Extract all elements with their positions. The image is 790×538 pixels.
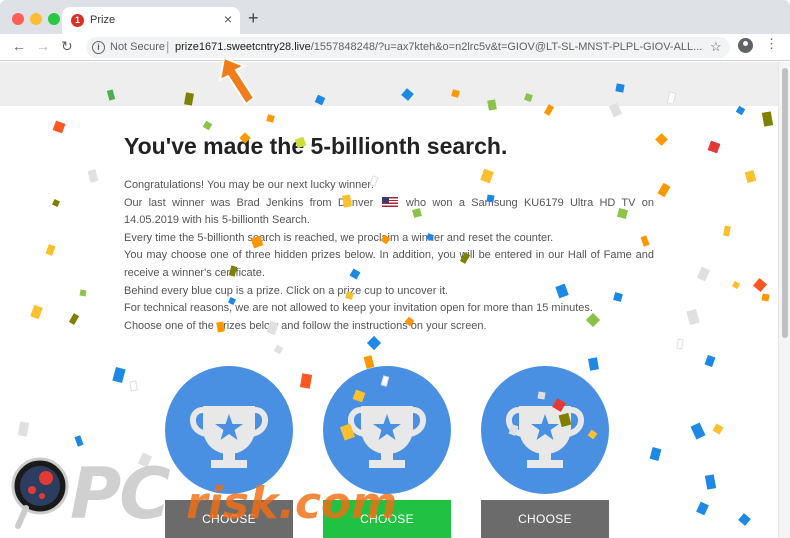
reload-icon[interactable]: ↻ — [61, 38, 73, 55]
message-line-timer: For technical reasons, we are not allowe… — [124, 302, 593, 315]
page-title: You've made the 5-billionth search. — [124, 133, 508, 159]
tab-favicon-icon: 1 — [71, 14, 84, 27]
more-menu-icon[interactable]: ⋮ — [765, 37, 778, 51]
choose-button-2[interactable]: CHOOSE — [323, 500, 451, 538]
confetti-piece — [129, 380, 138, 392]
forward-arrow-icon[interactable]: → — [36, 38, 50, 54]
message-line-instructions: Choose one of the prizes below and follo… — [124, 319, 487, 332]
url-path: /1557848248/?u=ax7kteh&o=n2lrc5v&t=GIOV@… — [310, 41, 703, 53]
scrollbar-thumb[interactable] — [782, 68, 788, 338]
scrollbar[interactable] — [778, 62, 790, 538]
info-icon[interactable]: i — [92, 41, 105, 54]
bookmark-star-icon[interactable]: ☆ — [710, 39, 722, 55]
account-icon[interactable] — [738, 38, 753, 53]
message-line-congrats: Congratulations! You may be our next luc… — [124, 179, 375, 191]
message-line-winner: Our last winner was Brad Jenkins from De… — [124, 195, 654, 230]
confetti-piece — [615, 83, 625, 93]
confetti-piece — [588, 357, 599, 371]
message-line-choose: You may choose one of three hidden prize… — [124, 249, 654, 279]
tab-bar: 1 Prize × + — [0, 0, 790, 34]
url-divider: | — [166, 39, 170, 54]
confetti-piece — [761, 293, 770, 302]
new-tab-button[interactable]: + — [248, 8, 259, 29]
close-window-button[interactable] — [12, 13, 24, 25]
close-icon[interactable]: × — [224, 11, 232, 27]
confetti-piece — [486, 194, 495, 203]
confetti-piece — [79, 289, 87, 297]
confetti-piece — [216, 321, 225, 333]
winner-text-start: Our last winner was Brad Jenkins from De… — [124, 196, 374, 209]
page-header-band — [0, 62, 778, 106]
confetti-piece — [537, 391, 546, 400]
minimize-window-button[interactable] — [30, 13, 42, 25]
trophy-icon — [190, 406, 268, 468]
url-host: prize1671.sweetcntry28.live — [175, 41, 311, 53]
tab-title: Prize — [90, 14, 116, 26]
prize-cup-1[interactable] — [165, 366, 293, 494]
browser-toolbar: ← → ↻ i Not Secure | prize1671.sweetcntr… — [0, 34, 790, 61]
back-arrow-icon[interactable]: ← — [12, 38, 26, 54]
choose-button-3[interactable]: CHOOSE — [481, 500, 609, 538]
tab-prize[interactable]: 1 Prize × — [62, 7, 240, 34]
prize-message: Congratulations! You may be our next luc… — [124, 177, 654, 335]
address-bar[interactable]: i Not Secure | prize1671.sweetcntry28.li… — [86, 37, 730, 58]
orange-arrow-icon — [218, 56, 256, 106]
us-flag-icon — [381, 196, 398, 207]
url-text[interactable]: prize1671.sweetcntry28.live/1557848248/?… — [175, 41, 705, 53]
maximize-window-button[interactable] — [48, 13, 60, 25]
security-label[interactable]: Not Secure — [110, 41, 165, 53]
message-line-cup: Behind every blue cup is a prize. Click … — [124, 284, 449, 297]
choose-button-1[interactable]: CHOOSE — [165, 500, 293, 538]
confetti-piece — [487, 99, 497, 111]
